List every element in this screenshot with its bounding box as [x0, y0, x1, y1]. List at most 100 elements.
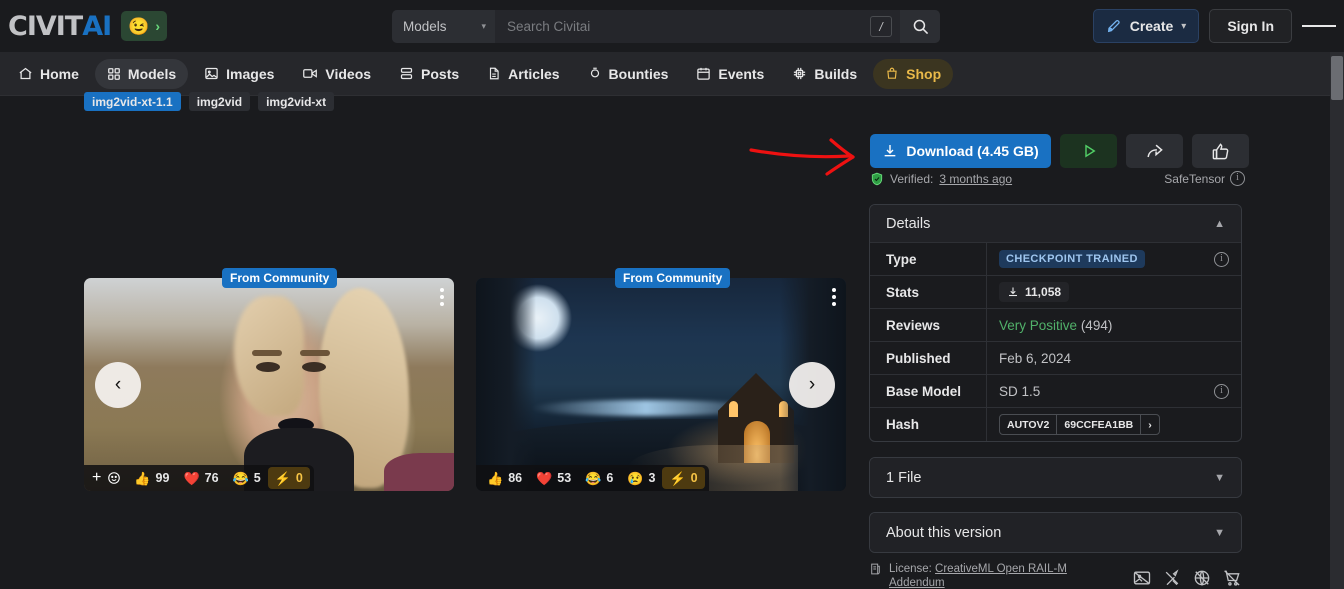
nav-item-images[interactable]: Images [192, 59, 286, 89]
details-panel-header[interactable]: Details ▲ [870, 205, 1241, 242]
no-sell-images-icon [1165, 569, 1179, 586]
search-submit-button[interactable] [900, 10, 940, 43]
reaction-count: 5 [253, 471, 261, 485]
share-button[interactable] [1126, 134, 1183, 168]
reaction-count: 3 [648, 471, 656, 485]
gallery-next-button[interactable]: › [789, 361, 835, 408]
info-icon[interactable]: i [1230, 171, 1245, 186]
license-row: License: CreativeML Open RAIL-M Addendum [869, 562, 1242, 589]
reaction-laugh[interactable]: 😂 5 [226, 467, 268, 489]
download-count: 11,058 [1025, 285, 1062, 299]
page-scrollbar-thumb[interactable] [1331, 56, 1343, 100]
row-key: Type [870, 243, 987, 275]
chevron-down-icon: ▾ [481, 21, 486, 31]
no-image-credit-icon [1133, 571, 1151, 585]
file-panel[interactable]: 1 File ▼ [869, 457, 1242, 498]
safetensor-label: SafeTensor [1164, 171, 1225, 186]
nav-item-models[interactable]: Models [94, 58, 189, 89]
search-input[interactable] [495, 10, 870, 43]
row-key: Hash [870, 408, 987, 441]
reaction-tip[interactable]: ⚡ 0 [267, 467, 310, 489]
reaction-laugh[interactable]: 😂 6 [578, 467, 620, 489]
logo[interactable]: CIVIT AI 😉 › [8, 10, 168, 42]
thumbsup-emoji-icon: 👍 [487, 470, 504, 486]
reaction-like[interactable]: 👍 99 [127, 467, 176, 489]
verified-row: Verified: 3 months ago SafeTensor i [870, 171, 1245, 186]
info-icon[interactable]: i [1214, 251, 1229, 267]
nav-label: Posts [421, 65, 460, 82]
thumbsup-emoji-icon: 👍 [134, 470, 151, 486]
version-tag[interactable]: img2vid [188, 92, 251, 111]
nav-label: Events [718, 65, 765, 82]
reaction-cry[interactable]: 😢 3 [620, 467, 662, 489]
details-panel: Details ▲ Type CHECKPOINT TRAINED i Stat… [869, 204, 1242, 442]
hash-expand-button[interactable]: › [1140, 415, 1159, 434]
download-button[interactable]: Download (4.45 GB) [870, 134, 1051, 168]
nav-item-builds[interactable]: Builds [780, 59, 869, 89]
gallery-card[interactable]: ‹ + 👍 99 ❤️ 76 😂 5 ⚡ 0 [84, 278, 454, 491]
nav-item-articles[interactable]: Articles [475, 59, 571, 89]
logo-ai-text: AI [82, 10, 112, 42]
card-options-icon[interactable] [440, 288, 444, 306]
nav-item-home[interactable]: Home [6, 59, 91, 89]
file-panel-title: 1 File [886, 469, 922, 486]
laugh-emoji-icon: 😂 [585, 470, 602, 486]
cry-emoji-icon: 😢 [627, 470, 644, 486]
reaction-tip[interactable]: ⚡ 0 [662, 467, 705, 489]
verified-prefix: Verified: [890, 171, 934, 186]
create-button-label: Create [1129, 18, 1174, 34]
version-tag-row: img2vid-xt-1.1 img2vid img2vid-xt [84, 92, 335, 111]
nav-item-shop[interactable]: Shop [873, 58, 954, 89]
plus-icon: + [92, 469, 102, 486]
logo-promo-badge[interactable]: 😉 › [121, 11, 168, 41]
add-reaction-button[interactable]: + [88, 470, 127, 486]
reaction-like[interactable]: 👍 86 [480, 467, 529, 489]
lightning-emoji-icon: ⚡ [274, 470, 291, 486]
info-icon[interactable]: i [1214, 383, 1229, 399]
hash-algorithm: AUTOV2 [1007, 418, 1050, 431]
base-model-value: SD 1.5 [999, 383, 1041, 399]
nav-label: Images [226, 65, 275, 82]
about-panel-header[interactable]: About this version ▼ [870, 513, 1241, 552]
version-tag-selected[interactable]: img2vid-xt-1.1 [84, 92, 181, 111]
run-model-button[interactable] [1060, 134, 1117, 168]
details-panel-title: Details [886, 215, 931, 232]
nav-label: Shop [906, 65, 942, 82]
card-options-icon[interactable] [832, 288, 836, 306]
version-tag[interactable]: img2vid-xt [258, 92, 335, 111]
share-icon [1147, 144, 1163, 157]
nav-item-events[interactable]: Events [684, 59, 776, 89]
reaction-heart[interactable]: ❤️ 53 [529, 467, 578, 489]
nav-item-videos[interactable]: Videos [290, 59, 383, 89]
table-row: Published Feb 6, 2024 [870, 341, 1241, 374]
gallery-prev-button[interactable]: ‹ [95, 361, 141, 408]
reaction-count: 6 [606, 471, 614, 485]
hamburger-menu-icon[interactable] [1302, 9, 1336, 43]
logo-civit-text: CIVIT [8, 10, 83, 42]
download-icon [885, 145, 896, 157]
like-button[interactable] [1192, 134, 1249, 168]
sign-in-button[interactable]: Sign In [1209, 9, 1292, 43]
create-button[interactable]: Create ▾ [1092, 9, 1200, 43]
red-arrow-annotation [749, 138, 855, 176]
nav-item-posts[interactable]: Posts [387, 59, 471, 89]
safetensor-badge: SafeTensor i [1164, 171, 1245, 186]
page-scrollbar-track[interactable] [1330, 52, 1344, 589]
from-community-badge: From Community [222, 268, 338, 288]
header-actions: Create ▾ Sign In [1092, 9, 1336, 43]
nav-item-bounties[interactable]: Bounties [576, 59, 681, 89]
search-category-select[interactable]: Models ▾ [392, 10, 495, 43]
about-panel[interactable]: About this version ▼ [869, 512, 1242, 553]
brush-icon [1107, 20, 1120, 33]
thumbs-up-icon [1212, 142, 1229, 159]
tag-label: img2vid-xt-1.1 [92, 94, 173, 109]
reaction-heart[interactable]: ❤️ 76 [176, 467, 225, 489]
nav-label: Articles [508, 65, 560, 82]
license-document-icon [871, 563, 880, 575]
reaction-bar: 👍 86 ❤️ 53 😂 6 😢 3 ⚡ 0 [476, 465, 709, 491]
reaction-count: 53 [557, 471, 572, 485]
file-panel-header[interactable]: 1 File ▼ [870, 458, 1241, 497]
table-row: Reviews Very Positive (494) [870, 308, 1241, 341]
verified-date-link[interactable]: 3 months ago [939, 172, 1012, 186]
gallery-card[interactable]: › 👍 86 ❤️ 53 😂 6 😢 3 ⚡ 0 [476, 278, 846, 491]
